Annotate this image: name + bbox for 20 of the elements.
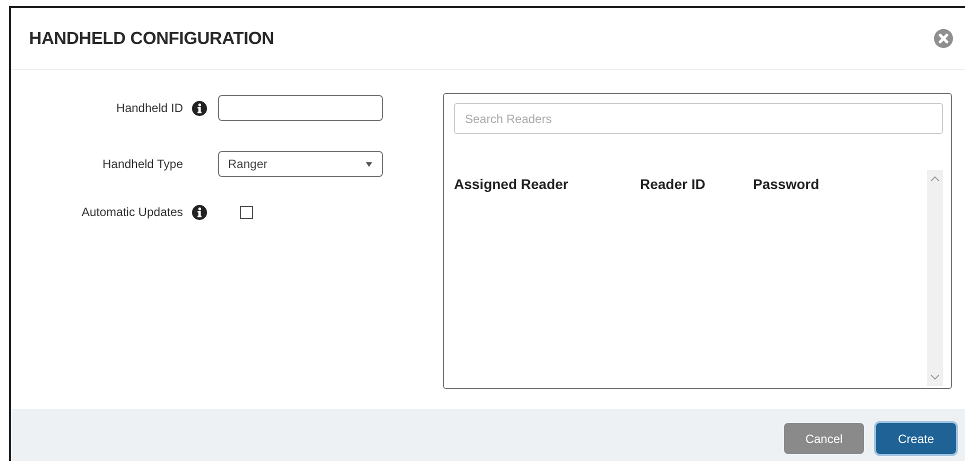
create-button[interactable]: Create: [876, 423, 956, 454]
field-label: Automatic Updates: [82, 205, 183, 219]
text-field[interactable]: [218, 95, 383, 121]
search-field[interactable]: Search Readers: [454, 103, 943, 134]
scroll-up-icon[interactable]: [930, 176, 940, 182]
info-icon[interactable]: [192, 204, 207, 220]
scrollbar[interactable]: [927, 170, 943, 386]
close-icon[interactable]: [934, 29, 953, 48]
field-label: Handheld ID: [116, 101, 183, 115]
column-header: Reader ID: [640, 176, 706, 192]
dialog-title: HANDHELD CONFIGURATION: [29, 28, 274, 49]
checkbox[interactable]: [240, 206, 253, 218]
column-header: Password: [753, 176, 820, 192]
column-header: Assigned Reader: [454, 176, 570, 192]
cancel-button[interactable]: Cancel: [784, 423, 864, 454]
field-label: Handheld Type: [102, 157, 183, 171]
scroll-down-icon[interactable]: [930, 374, 940, 380]
info-icon[interactable]: [192, 100, 207, 116]
caret-icon: [365, 160, 373, 168]
type-dropdown[interactable]: Ranger: [218, 151, 383, 177]
